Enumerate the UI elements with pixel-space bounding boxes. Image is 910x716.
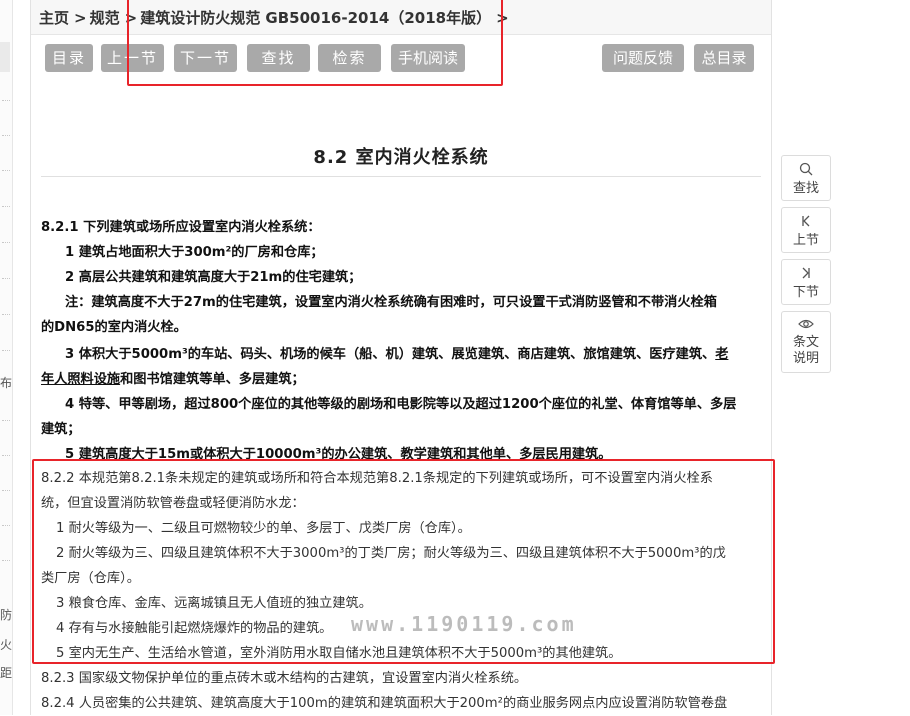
clause-link[interactable]: 老 bbox=[715, 347, 728, 362]
clause-heading: 8.2.3 国家级文物保护单位的重点砖木或木结构的古建筑，宜设置室内消火栓系统。 bbox=[41, 671, 528, 686]
main-toc-button[interactable]: 总目录 bbox=[694, 44, 754, 72]
clause-note: 注：建筑高度不大于27m的住宅建筑，设置室内消火栓系统确有困难时，可只设置干式消… bbox=[65, 295, 717, 310]
title-divider bbox=[41, 176, 761, 177]
left-sidebar-item-fragment[interactable]: 防 bbox=[0, 606, 12, 623]
skip-back-icon bbox=[782, 214, 830, 231]
clause-item: 3 体积大于5000m³的车站、码头、机场的候车（船、机）建筑、展览建筑、商店建… bbox=[41, 342, 787, 367]
search-icon bbox=[782, 162, 830, 179]
left-sidebar-divider bbox=[2, 100, 10, 101]
clause-item: 建筑； bbox=[41, 422, 81, 437]
left-sidebar-item-fragment[interactable]: 距 bbox=[0, 664, 12, 681]
clause-heading: 8.2.4 人员密集的公共建筑、建筑高度大于100m的建筑和建筑面积大于200m… bbox=[41, 696, 728, 711]
left-sidebar-divider bbox=[2, 525, 10, 526]
skip-forward-icon bbox=[782, 266, 830, 283]
left-sidebar-divider bbox=[2, 455, 10, 456]
clause-note: 的DN65的室内消火栓。 bbox=[41, 320, 187, 335]
eye-icon bbox=[782, 318, 830, 333]
side-next-button[interactable]: 下节 bbox=[781, 259, 831, 305]
left-sidebar-item-fragment[interactable]: 火 bbox=[0, 636, 12, 653]
breadcrumb-category-link[interactable]: 规范 bbox=[90, 9, 120, 27]
side-next-label: 下节 bbox=[792, 285, 819, 300]
left-sidebar-active-item[interactable] bbox=[0, 42, 10, 72]
clause-heading: 8.2.1 下列建筑或场所应设置室内消火栓系统： bbox=[41, 220, 321, 235]
left-sidebar-strip: 布 防 火 距 bbox=[0, 0, 13, 715]
clause-item: 2 高层公共建筑和建筑高度大于21m的住宅建筑； bbox=[65, 270, 362, 285]
feedback-button[interactable]: 问题反馈 bbox=[602, 44, 684, 72]
toc-button[interactable]: 目录 bbox=[45, 44, 93, 72]
side-notes-label: 说明 bbox=[792, 351, 819, 366]
left-sidebar-divider bbox=[2, 278, 10, 279]
left-sidebar-item-fragment[interactable]: 布 bbox=[0, 374, 12, 391]
left-sidebar-divider bbox=[2, 314, 10, 315]
left-sidebar-divider bbox=[2, 420, 10, 421]
left-sidebar-divider bbox=[2, 170, 10, 171]
left-sidebar-divider bbox=[2, 206, 10, 207]
left-sidebar-divider bbox=[2, 350, 10, 351]
left-sidebar-divider bbox=[2, 242, 10, 243]
side-prev-button[interactable]: 上节 bbox=[781, 207, 831, 253]
left-sidebar-divider bbox=[2, 560, 10, 561]
clause-link[interactable]: 年人照料设施 bbox=[41, 372, 120, 387]
watermark: www.1190119.com bbox=[351, 612, 577, 636]
annotation-highlight-box bbox=[127, 0, 503, 86]
left-sidebar-divider bbox=[2, 135, 10, 136]
clause-item: 4 特等、甲等剧场，超过800个座位的其他等级的剧场和电影院等以及超过1200个… bbox=[65, 397, 737, 412]
breadcrumb-home-link[interactable]: 主页 bbox=[39, 9, 69, 27]
clause-item: 年人照料设施和图书馆建筑等单、多层建筑； bbox=[41, 367, 763, 392]
side-find-button[interactable]: 查找 bbox=[781, 155, 831, 201]
section-title: 8.2 室内消火栓系统 bbox=[313, 147, 489, 168]
side-find-label: 查找 bbox=[792, 181, 819, 196]
side-notes-label: 条文 bbox=[792, 335, 819, 350]
main-content: 主页 > 规范 > 建筑设计防火规范 GB50016-2014（2018年版） > 目录 … bbox=[30, 0, 775, 715]
breadcrumb-separator: > bbox=[74, 9, 87, 27]
side-notes-button[interactable]: 条文 说明 bbox=[781, 311, 831, 373]
clause-text: 3 体积大于5000m³的车站、码头、机场的候车（船、机）建筑、展览建筑、商店建… bbox=[65, 347, 716, 362]
clause-text: 和图书馆建筑等单、多层建筑； bbox=[120, 372, 305, 387]
left-sidebar-divider bbox=[2, 490, 10, 491]
clause-item: 1 建筑占地面积大于300m²的厂房和仓库； bbox=[65, 245, 324, 260]
side-prev-label: 上节 bbox=[792, 233, 819, 248]
